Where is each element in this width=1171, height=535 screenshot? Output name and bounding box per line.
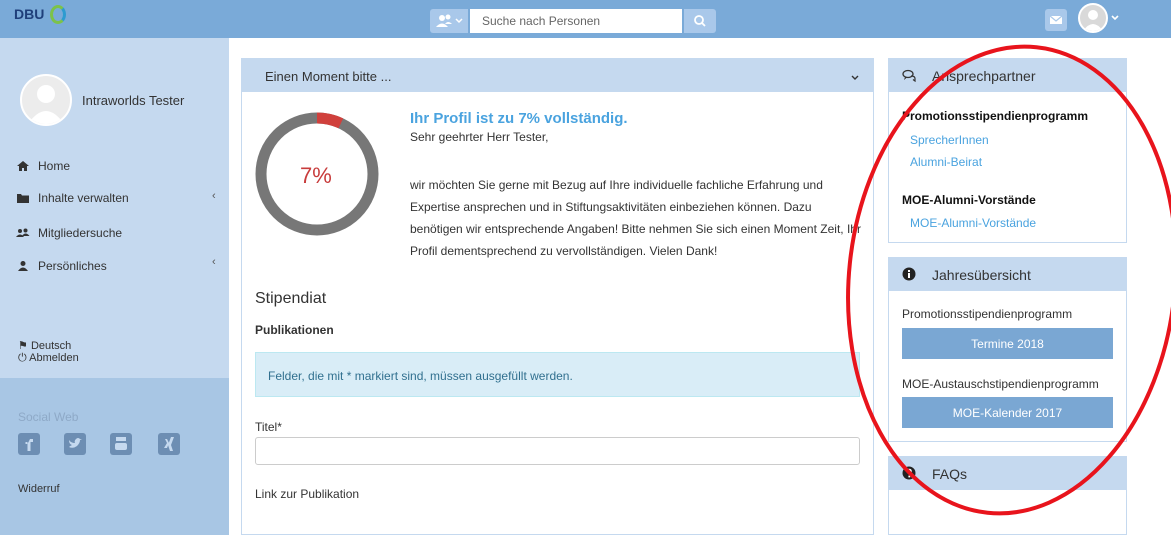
dbu-logo[interactable]: DBU xyxy=(14,6,44,22)
language-switcher[interactable]: ⚑ Deutsch xyxy=(18,339,71,352)
moe-calendar-button[interactable]: MOE-Kalender 2017 xyxy=(902,397,1113,428)
profile-completion-heading: Ihr Profil ist zu 7% vollständig. xyxy=(410,110,628,127)
contacts-group-title: Promotionsstipendienprogramm xyxy=(902,109,1089,123)
title-field-label: Titel* xyxy=(255,420,282,434)
alumni-board-link[interactable]: Alumni-Beirat xyxy=(910,155,982,169)
language-label: Deutsch xyxy=(30,340,72,352)
users-icon xyxy=(16,228,30,237)
logout-link[interactable]: ⏻ Abmelden xyxy=(18,352,79,365)
info-circle-icon xyxy=(902,267,916,281)
title-field[interactable] xyxy=(255,437,860,465)
folder-icon xyxy=(17,194,29,203)
widerruf-link[interactable]: Widerruf xyxy=(18,483,60,495)
contacts-panel-title: Ansprechpartner xyxy=(932,68,1036,84)
comments-icon xyxy=(902,69,916,82)
speakers-link[interactable]: SprecherInnen xyxy=(910,133,989,147)
messages-button[interactable] xyxy=(1045,9,1067,31)
users-icon xyxy=(436,14,463,27)
facebook-icon[interactable] xyxy=(18,433,40,455)
greeting-text: Sehr geehrter Herr Tester, xyxy=(410,130,549,144)
logout-label: Abmelden xyxy=(29,352,79,364)
annual-overview-title: Jahresübersicht xyxy=(932,267,1031,283)
youtube-icon[interactable] xyxy=(110,433,132,455)
default-avatar-icon xyxy=(28,85,64,124)
social-web-title: Social Web xyxy=(18,410,79,424)
faq-panel-title: FAQs xyxy=(932,466,968,482)
sidebar-item-mitgliedersuche[interactable]: Mitgliedersuche xyxy=(16,226,122,240)
sidebar-footer xyxy=(0,378,229,535)
search-input[interactable] xyxy=(470,9,682,33)
envelope-icon xyxy=(1049,15,1063,24)
sidebar-item-label: Inhalte verwalten xyxy=(38,191,129,205)
flag-icon: ⚑ xyxy=(18,340,28,352)
sidebar-item-label: Persönliches xyxy=(38,259,107,273)
publication-link-label: Link zur Publikation xyxy=(255,487,360,501)
faq-panel-header[interactable] xyxy=(888,456,1127,490)
main-panel-title: Einen Moment bitte ... xyxy=(265,69,392,84)
chevron-down-icon[interactable] xyxy=(851,74,859,82)
search-icon xyxy=(694,15,706,27)
logo-ring-icon xyxy=(50,5,66,24)
home-icon xyxy=(17,161,29,171)
user-icon xyxy=(18,261,28,271)
sidebar-item-inhalte[interactable]: Inhalte verwalten xyxy=(16,191,129,205)
moe-alumni-board-link[interactable]: MOE-Alumni-Vorstände xyxy=(910,216,1036,230)
default-avatar-icon xyxy=(1083,10,1103,31)
progress-percentage: 7% xyxy=(300,163,332,188)
power-icon: ⏻ xyxy=(18,352,27,364)
chevron-left-icon[interactable]: ‹ xyxy=(212,190,216,202)
contacts-group-title: MOE-Alumni-Vorstände xyxy=(902,193,1036,207)
twitter-icon[interactable] xyxy=(64,433,86,455)
sidebar-item-home[interactable]: Home xyxy=(16,159,70,173)
app-root: DBU Suche nach Personen Intraworlds Test… xyxy=(0,0,1171,535)
user-menu-avatar[interactable] xyxy=(1078,3,1108,33)
section-title: Stipendiat xyxy=(255,290,327,307)
sidebar-item-label: Mitgliedersuche xyxy=(38,226,123,240)
sidebar-item-persoenliches[interactable]: Persönliches xyxy=(16,259,107,273)
program-label: MOE-Austauschstipendienprogramm xyxy=(902,377,1099,391)
chevron-down-icon[interactable] xyxy=(1111,14,1119,22)
profile-name[interactable]: Intraworlds Tester xyxy=(82,93,184,108)
subsection-title: Publikationen xyxy=(255,323,334,337)
people-filter-button[interactable] xyxy=(430,9,468,33)
question-circle-icon xyxy=(902,466,916,480)
termine-2018-button[interactable]: Termine 2018 xyxy=(902,328,1113,359)
search-button[interactable] xyxy=(684,9,716,33)
required-fields-notice: Felder, die mit * markiert sind, müssen … xyxy=(268,369,573,383)
intro-paragraph: wir möchten Sie gerne mit Bezug auf Ihre… xyxy=(410,178,861,258)
xing-icon[interactable] xyxy=(158,433,180,455)
chevron-left-icon[interactable]: ‹ xyxy=(212,256,216,268)
profile-avatar[interactable] xyxy=(20,74,72,126)
sidebar-item-label: Home xyxy=(38,159,71,173)
program-label: Promotionsstipendienprogramm xyxy=(902,307,1073,321)
